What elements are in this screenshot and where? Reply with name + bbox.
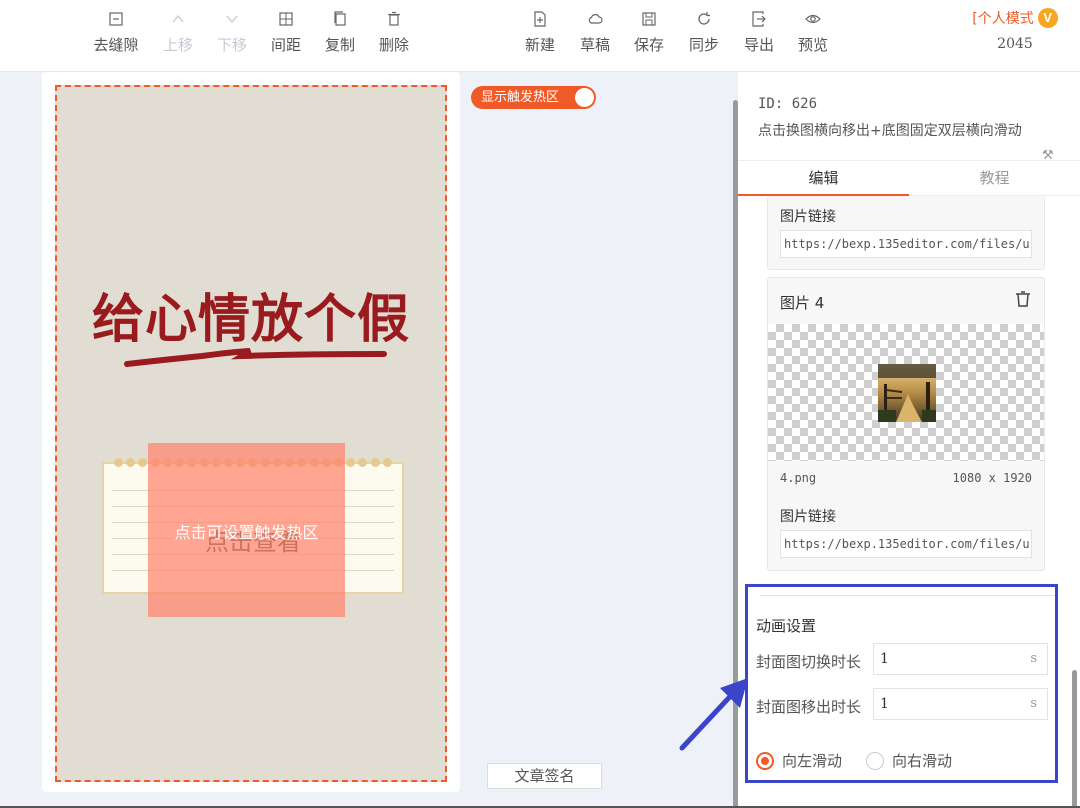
annotation-arrow-icon: [679, 678, 748, 751]
trash-icon[interactable]: [1014, 290, 1032, 308]
tab-edit[interactable]: 编辑: [738, 161, 909, 196]
grid-minus-icon: [88, 8, 144, 30]
cloud-icon: [567, 8, 623, 30]
toolbar: 去缝隙 上移 下移 间距 复制 删除 新建 草稿 保存 同步 导出 预览 [个人…: [0, 0, 1080, 72]
spacing-button[interactable]: 间距: [258, 8, 314, 55]
radio-checked-icon: [756, 751, 774, 770]
image-4-thumbnail: [878, 364, 936, 422]
chevron-down-icon: [204, 8, 260, 30]
trigger-hotspot[interactable]: 点击可设置触发热区: [148, 443, 345, 617]
copy-button[interactable]: 复制: [312, 8, 368, 55]
article-signature-button[interactable]: 文章签名: [487, 763, 602, 789]
trash-icon: [366, 8, 422, 30]
template-id: ID: 626: [758, 96, 818, 112]
hotspot-text: 点击可设置触发热区: [174, 523, 319, 542]
save-icon: [621, 8, 677, 30]
image-3-link-label: 图片链接: [780, 209, 836, 225]
cover-switch-input[interactable]: 1 s: [873, 643, 1048, 675]
draft-button[interactable]: 草稿: [567, 8, 623, 55]
image-4-title: 图片 4: [780, 294, 825, 312]
direction-right-label: 向右滑动: [892, 752, 953, 770]
export-label: 导出: [743, 36, 774, 54]
radio-unchecked-icon: [866, 751, 884, 770]
draft-label: 草稿: [579, 36, 610, 54]
move-down-label: 下移: [216, 36, 247, 54]
spacing-label: 间距: [270, 36, 301, 54]
new-label: 新建: [524, 36, 555, 54]
sync-label: 同步: [688, 36, 719, 54]
direction-left-radio[interactable]: 向左滑动: [756, 750, 842, 771]
template-description: 点击换图横向移出+底图固定双层横向滑动: [758, 123, 1022, 139]
direction-left-label: 向左滑动: [782, 752, 843, 770]
eye-icon: [785, 8, 841, 30]
copy-label: 复制: [324, 36, 355, 54]
new-button[interactable]: 新建: [512, 8, 568, 55]
cover-out-label: 封面图移出时长: [756, 698, 862, 716]
panel-tabs: 编辑 教程: [738, 160, 1080, 196]
show-hotspot-toggle[interactable]: 显示触发热区: [471, 86, 596, 109]
remove-gap-button[interactable]: 去缝隙: [88, 8, 144, 55]
image-4-preview[interactable]: [768, 324, 1044, 461]
export-button[interactable]: 导出: [731, 8, 787, 55]
export-icon: [731, 8, 787, 30]
animation-settings-box: 动画设置 封面图切换时长 1 s 封面图移出时长 1 s 向左滑动 向右滑动: [745, 584, 1058, 783]
delete-button[interactable]: 删除: [366, 8, 422, 55]
remove-gap-label: 去缝隙: [93, 36, 139, 54]
cover-out-value: 1: [880, 696, 889, 712]
toggle-knob: [575, 88, 594, 107]
cover-out-unit: s: [1030, 696, 1037, 711]
inner-scrollbar[interactable]: [1072, 670, 1077, 808]
sync-icon: [676, 8, 732, 30]
cover-switch-unit: s: [1030, 651, 1037, 666]
image-4-link-input[interactable]: https://bexp.135editor.com/files/users/: [780, 530, 1032, 558]
sync-button[interactable]: 同步: [676, 8, 732, 55]
mode-number: 2045: [997, 36, 1033, 52]
image-card-4: 图片 4 4.png 1080 x 1920 图片链接 https://bexp…: [767, 277, 1045, 571]
tab-tutorial[interactable]: 教程: [909, 161, 1080, 196]
image-4-link-label: 图片链接: [780, 509, 836, 525]
move-down-button[interactable]: 下移: [204, 8, 260, 55]
image-card-3: 图片链接 https://bexp.135editor.com/files/us…: [767, 196, 1045, 270]
chevron-up-icon: [150, 8, 206, 30]
user-mode[interactable]: [个人模式 V 2045: [960, 8, 1070, 52]
save-button[interactable]: 保存: [621, 8, 677, 55]
spacing-icon: [258, 8, 314, 30]
headline-text: 给心情放个假: [91, 290, 410, 350]
toggle-label: 显示触发热区: [481, 90, 560, 105]
vip-badge-icon: V: [1037, 8, 1058, 28]
save-label: 保存: [633, 36, 664, 54]
new-file-icon: [512, 8, 568, 30]
cover-switch-value: 1: [880, 651, 889, 667]
preview-label: 预览: [797, 36, 828, 54]
move-up-button[interactable]: 上移: [150, 8, 206, 55]
copy-icon: [312, 8, 368, 30]
animation-settings-title: 动画设置: [756, 617, 817, 635]
cover-switch-label: 封面图切换时长: [756, 653, 862, 671]
image-4-dimensions: 1080 x 1920: [952, 471, 1032, 485]
template-canvas[interactable]: 给心情放个假 点击查看 点击可设置触发热区: [55, 85, 447, 782]
cover-out-input[interactable]: 1 s: [873, 688, 1048, 720]
move-up-label: 上移: [162, 36, 193, 54]
image-3-link-input[interactable]: https://bexp.135editor.com/files/users/: [780, 230, 1032, 258]
mode-label: [个人模式: [972, 11, 1034, 27]
image-4-filename: 4.png: [780, 471, 817, 485]
preview-button[interactable]: 预览: [785, 8, 841, 55]
direction-right-radio[interactable]: 向右滑动: [866, 750, 952, 771]
delete-label: 删除: [378, 36, 409, 54]
brush-underline: [124, 348, 387, 367]
